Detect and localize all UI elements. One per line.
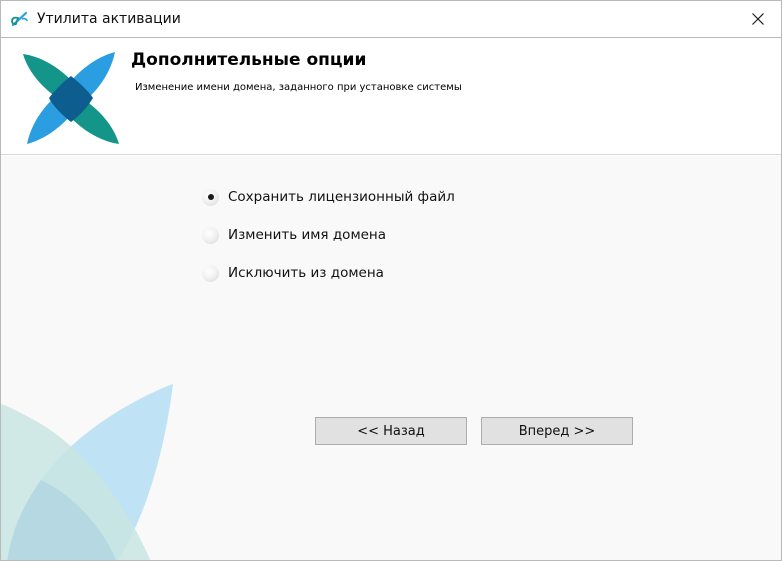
page-title: Дополнительные опции — [131, 50, 367, 70]
option-save-license-file[interactable]: Сохранить лицензионный файл — [202, 178, 455, 216]
option-label: Исключить из домена — [228, 265, 384, 281]
options-radio-group: Сохранить лицензионный файл Изменить имя… — [202, 178, 455, 292]
activation-utility-window: Утилита активации Дополнительные опции И… — [0, 0, 782, 561]
option-change-domain-name[interactable]: Изменить имя домена — [202, 216, 455, 254]
header-panel: Дополнительные опции Изменение имени дом… — [1, 38, 781, 155]
option-leave-domain[interactable]: Исключить из домена — [202, 254, 455, 292]
back-button[interactable]: << Назад — [315, 417, 467, 445]
option-label: Сохранить лицензионный файл — [228, 189, 455, 205]
content-area: Сохранить лицензионный файл Изменить имя… — [1, 156, 781, 560]
window-title: Утилита активации — [37, 11, 181, 27]
next-button[interactable]: Вперед >> — [481, 417, 633, 445]
activation-utility-icon — [11, 11, 28, 27]
radio-button[interactable] — [202, 264, 219, 282]
page-subtitle: Изменение имени домена, заданного при ус… — [135, 82, 462, 93]
radio-button[interactable] — [202, 226, 219, 244]
radio-selected-indicator — [207, 194, 214, 200]
close-icon — [752, 13, 764, 25]
company-logo — [23, 52, 119, 144]
radio-button[interactable] — [202, 188, 219, 206]
logo-watermark — [1, 384, 173, 560]
title-bar[interactable]: Утилита активации — [1, 1, 781, 38]
option-label: Изменить имя домена — [228, 227, 387, 243]
close-button[interactable] — [735, 1, 781, 37]
